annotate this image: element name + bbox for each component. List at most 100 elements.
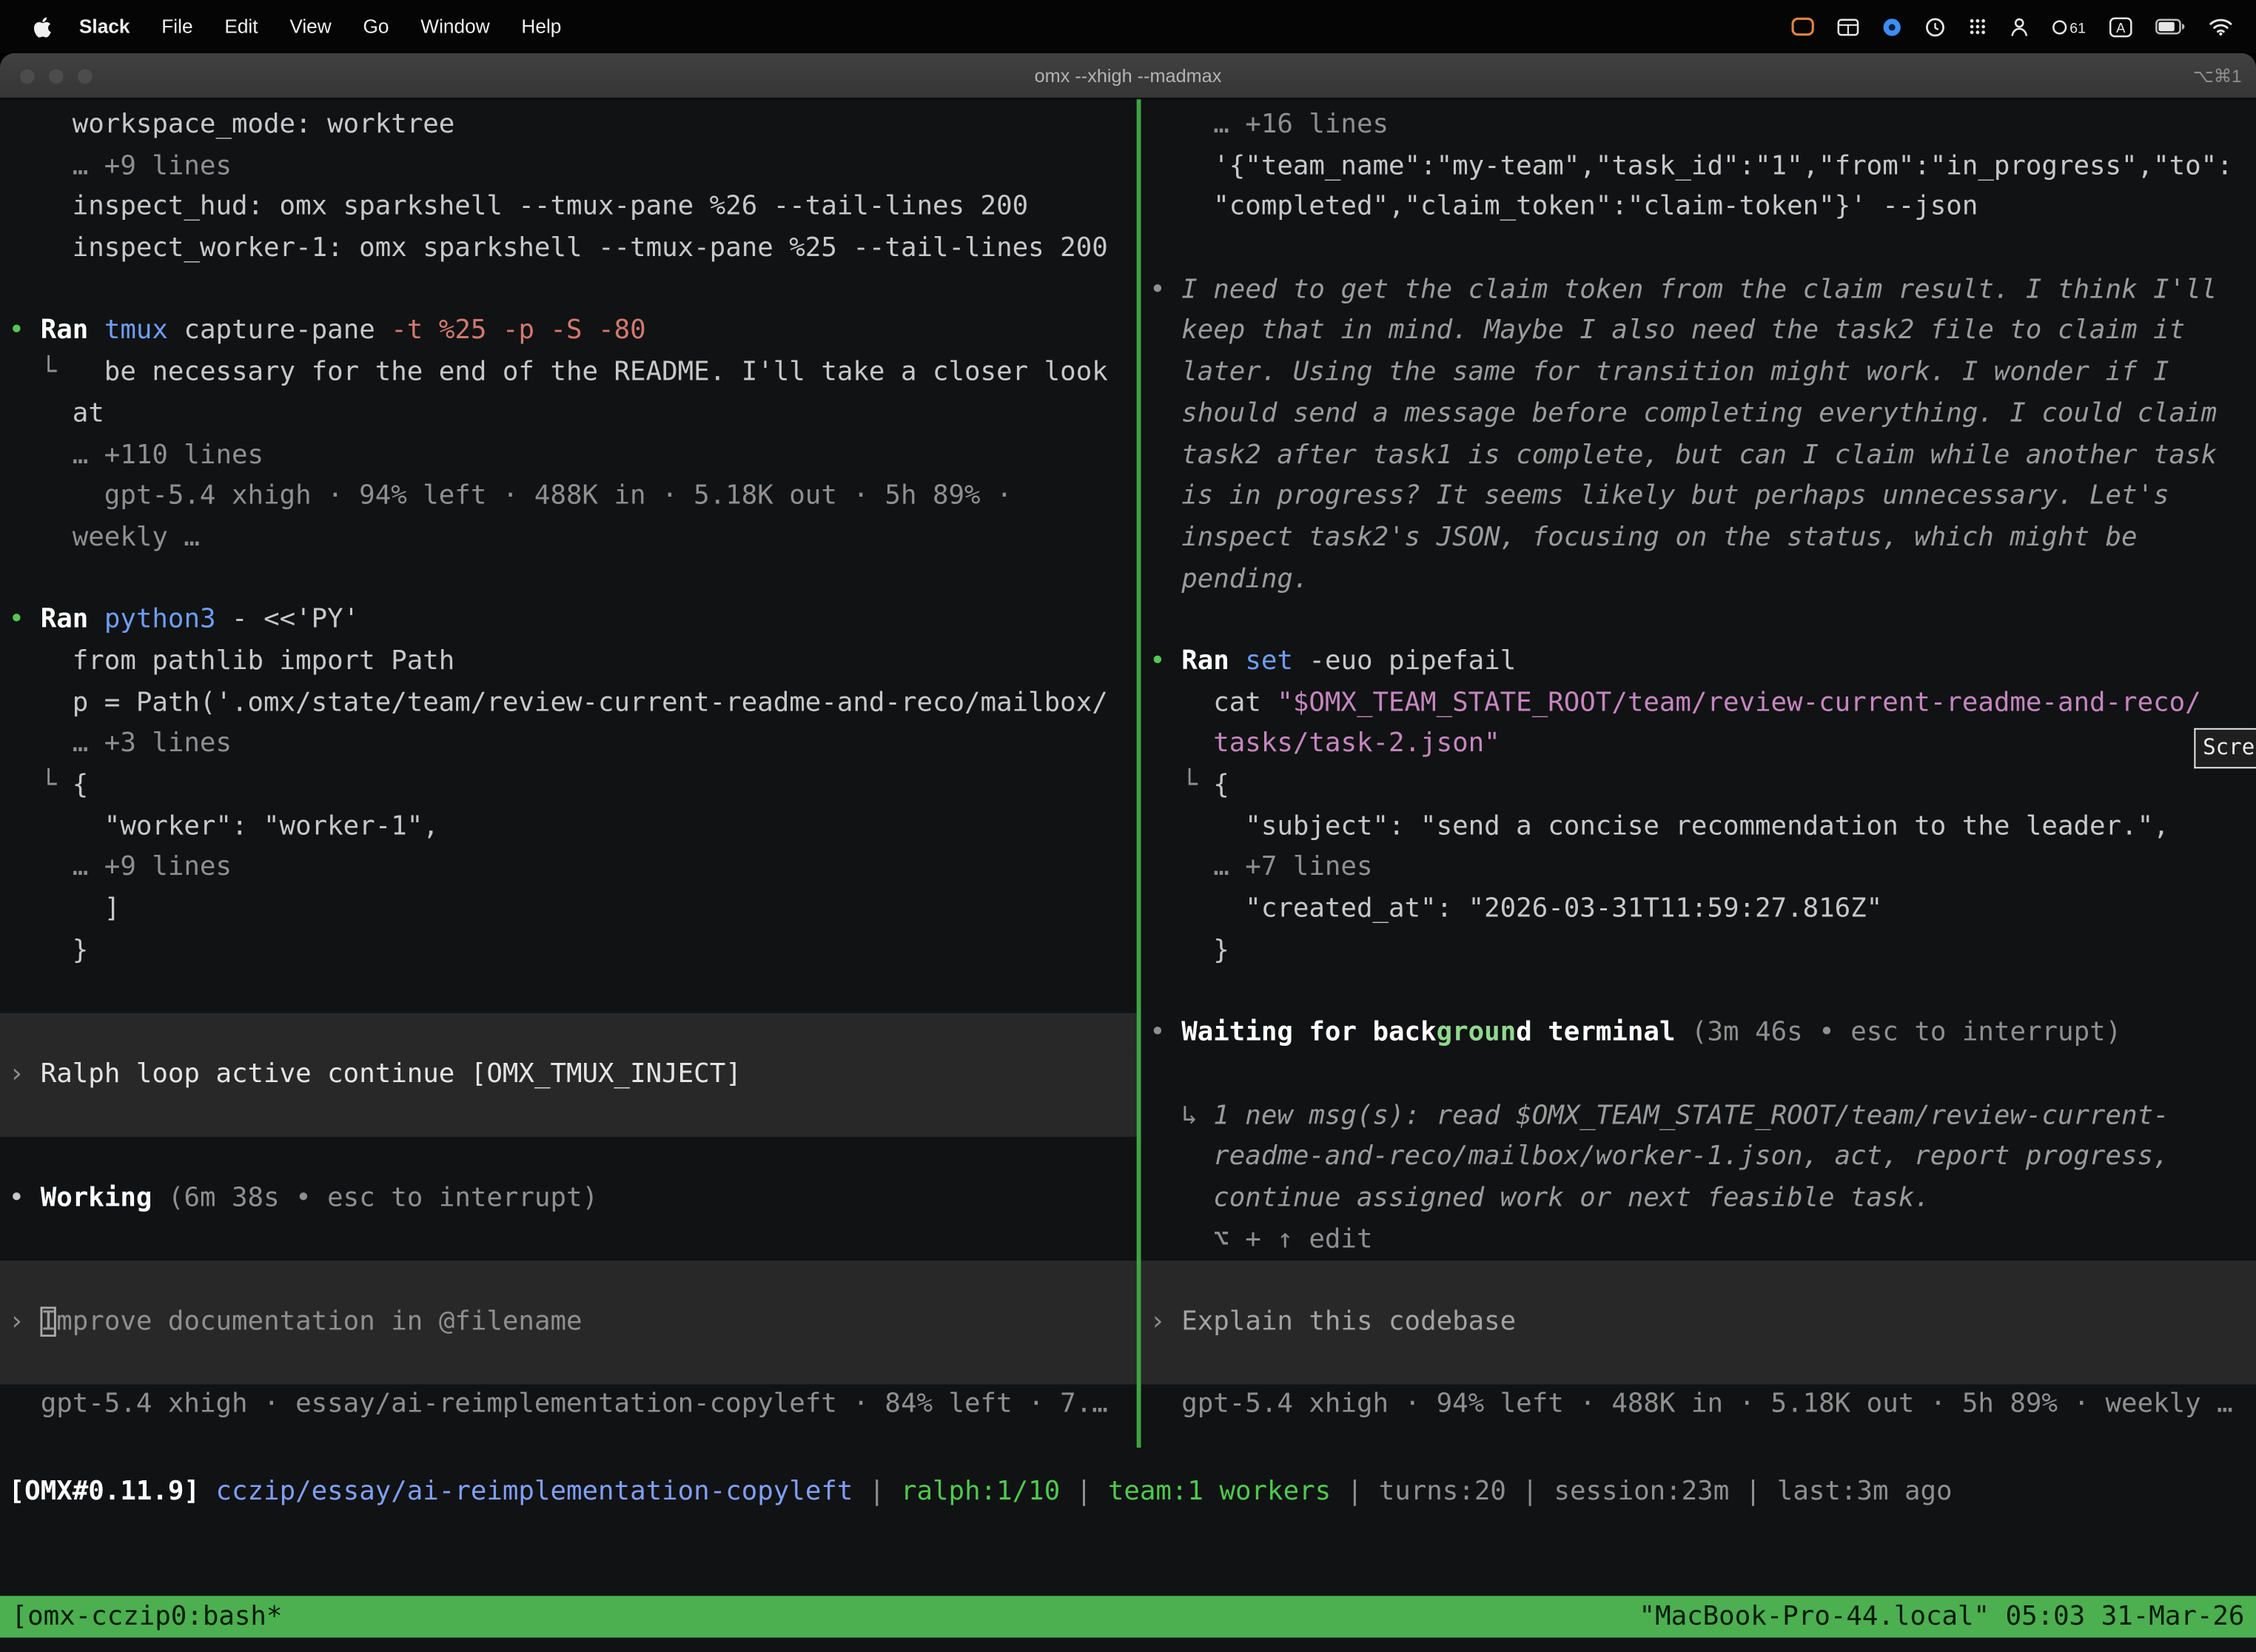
- terminal-line: └ {: [1149, 765, 2256, 807]
- tmux-session-window: [omx-cczip0:bash*: [12, 1596, 283, 1637]
- minimize-button[interactable]: [47, 67, 64, 84]
- terminal-line: • Ran set -euo pipefail: [1149, 642, 2256, 683]
- terminal-line: "worker": "worker-1",: [9, 807, 1137, 848]
- terminal-line: keep that in mind. Maybe I also need the…: [1149, 312, 2256, 353]
- menu-item-edit[interactable]: Edit: [209, 16, 274, 37]
- terminal-line: }: [9, 930, 1137, 972]
- menu-item-go[interactable]: Go: [347, 16, 405, 37]
- terminal-line: continue assigned work or next feasible …: [1149, 1178, 2256, 1220]
- menu-items: FileEditViewGoWindowHelp: [146, 16, 577, 37]
- gauge-icon[interactable]: 61: [2052, 16, 2087, 36]
- ralph-loop-status: › Ralph loop active continue [OMX_TMUX_I…: [0, 1055, 1137, 1096]
- blue-app-icon[interactable]: [1882, 16, 1902, 36]
- terminal-line: task2 after task1 is complete, but can I…: [1149, 435, 2256, 477]
- clock-icon[interactable]: [1925, 16, 1945, 36]
- tmux-host-clock: "MacBook-Pro-44.local" 05:03 31-Mar-26: [1639, 1596, 2245, 1637]
- terminal-line: [9, 270, 1137, 312]
- terminal-line: workspace_mode: worktree: [9, 105, 1137, 147]
- menu-item-view[interactable]: View: [274, 16, 347, 37]
- app-menu-slack[interactable]: Slack: [64, 16, 146, 37]
- menu-bar: Slack FileEditViewGoWindowHelp: [0, 0, 2256, 53]
- terminal-content: workspace_mode: worktree … +9 lines insp…: [0, 99, 2256, 1652]
- terminal-line: … +9 lines: [9, 848, 1137, 890]
- terminal-line: [9, 559, 1137, 600]
- person-icon[interactable]: [2010, 16, 2029, 36]
- menu-item-file[interactable]: File: [146, 16, 209, 37]
- menu-bar-left: Slack FileEditViewGoWindowHelp: [20, 15, 577, 38]
- terminal-line: └ be necessary for the end of the README…: [9, 353, 1137, 394]
- terminal-line: later. Using the same for transition mig…: [1149, 353, 2256, 394]
- window-title: omx --xhigh --madmax: [1035, 64, 1222, 86]
- prompt-input[interactable]: › Improve documentation in @filename: [0, 1302, 1137, 1343]
- wifi-icon[interactable]: [2209, 17, 2233, 36]
- terminal-line: … +110 lines: [9, 435, 1137, 477]
- battery-icon[interactable]: [2155, 19, 2186, 34]
- zoom-button[interactable]: [76, 67, 93, 84]
- terminal-line: … +16 lines: [1149, 105, 2256, 147]
- screen: Slack FileEditViewGoWindowHelp: [0, 0, 2256, 1652]
- tmux-status-bar: [omx-cczip0:bash* "MacBook-Pro-44.local"…: [0, 1596, 2256, 1637]
- terminal-line: p = Path('.omx/state/team/review-current…: [9, 683, 1137, 725]
- terminal-line: [0, 1013, 1137, 1055]
- terminal-line: tasks/task-2.json": [1149, 725, 2256, 766]
- tmux-pane-left[interactable]: workspace_mode: worktree … +9 lines insp…: [0, 99, 1137, 1448]
- terminal-line: • I need to get the claim token from the…: [1149, 270, 2256, 312]
- window-shortcut-hint: ⌥⌘1: [2193, 64, 2242, 86]
- close-button[interactable]: [19, 67, 36, 84]
- tmux-pane-right[interactable]: … +16 lines '{"team_name":"my-team","tas…: [1141, 99, 2256, 1448]
- apple-icon: [33, 15, 51, 38]
- terminal-line: at: [9, 394, 1137, 435]
- table-grid-icon[interactable]: [1837, 18, 1859, 35]
- terminal-line: [1149, 229, 2256, 270]
- terminal-line: '{"team_name":"my-team","task_id":"1","f…: [1149, 147, 2256, 188]
- terminal-line: └ {: [9, 765, 1137, 807]
- prompt-input[interactable]: › Explain this codebase: [1141, 1302, 2256, 1343]
- menu-bar-status-area: 61 A: [1791, 16, 2233, 36]
- working-status: • Working (6m 38s • esc to interrupt): [9, 1178, 1137, 1220]
- terminal-line: "created_at": "2026-03-31T11:59:27.816Z": [1149, 890, 2256, 931]
- gauge-value: 61: [2069, 20, 2086, 36]
- menu-item-help[interactable]: Help: [506, 16, 577, 37]
- terminal-line: • Ran tmux capture-pane -t %25 -p -S -80: [9, 312, 1137, 353]
- terminal-line: weekly …: [9, 518, 1137, 560]
- terminal-line: … +9 lines: [9, 147, 1137, 188]
- input-source-letter: A: [2116, 19, 2126, 35]
- terminal-line: [0, 1343, 1137, 1385]
- terminal-line: [0, 1261, 1137, 1303]
- input-source-icon[interactable]: A: [2109, 16, 2132, 36]
- terminal-line: [9, 1137, 1137, 1178]
- terminal-window: omx --xhigh --madmax ⌥⌘1 workspace_mode:…: [0, 53, 2256, 1652]
- terminal-line: [1141, 1343, 2256, 1385]
- terminal-line: ]: [9, 890, 1137, 931]
- terminal-line: [1149, 1055, 2256, 1096]
- terminal-line: from pathlib import Path: [9, 642, 1137, 683]
- terminal-line: [0, 1096, 1137, 1138]
- terminal-line: is in progress? It seems likely but perh…: [1149, 477, 2256, 518]
- terminal-line: ⌥ + ↑ edit: [1149, 1220, 2256, 1261]
- terminal-line: cat "$OMX_TEAM_STATE_ROOT/team/review-cu…: [1149, 683, 2256, 725]
- omx-status-line: [OMX#0.11.9] cczip/essay/ai-reimplementa…: [9, 1472, 1953, 1514]
- terminal-line: }: [1149, 930, 2256, 972]
- terminal-line: inspect_hud: omx sparkshell --tmux-pane …: [9, 187, 1137, 229]
- apple-menu[interactable]: [20, 15, 63, 38]
- terminal-line: ↳ 1 new msg(s): read $OMX_TEAM_STATE_ROO…: [1149, 1096, 2256, 1138]
- screen-recording-icon[interactable]: [1791, 17, 1814, 36]
- terminal-line: [9, 972, 1137, 1013]
- terminal-line: [1149, 972, 2256, 1013]
- terminal-line: gpt-5.4 xhigh · 94% left · 488K in · 5.1…: [9, 477, 1137, 518]
- terminal-line: … +3 lines: [9, 725, 1137, 766]
- pane-status-line: gpt-5.4 xhigh · essay/ai-reimplementatio…: [9, 1385, 1137, 1426]
- terminal-line: readme-and-reco/mailbox/worker-1.json, a…: [1149, 1137, 2256, 1178]
- traffic-lights: [19, 53, 93, 98]
- terminal-line: "completed","claim_token":"claim-token"}…: [1149, 187, 2256, 229]
- terminal-line: inspect_worker-1: omx sparkshell --tmux-…: [9, 229, 1137, 270]
- terminal-line: … +7 lines: [1149, 848, 2256, 890]
- screen-tooltip: Scre: [2194, 728, 2256, 768]
- window-titlebar[interactable]: omx --xhigh --madmax ⌥⌘1: [0, 53, 2256, 99]
- terminal-line: [9, 1220, 1137, 1261]
- terminal-line: pending.: [1149, 559, 2256, 600]
- menu-item-window[interactable]: Window: [405, 16, 506, 37]
- dots-grid-icon[interactable]: [1968, 17, 1987, 36]
- terminal-line: "subject": "send a concise recommendatio…: [1149, 807, 2256, 848]
- terminal-line: [1149, 600, 2256, 642]
